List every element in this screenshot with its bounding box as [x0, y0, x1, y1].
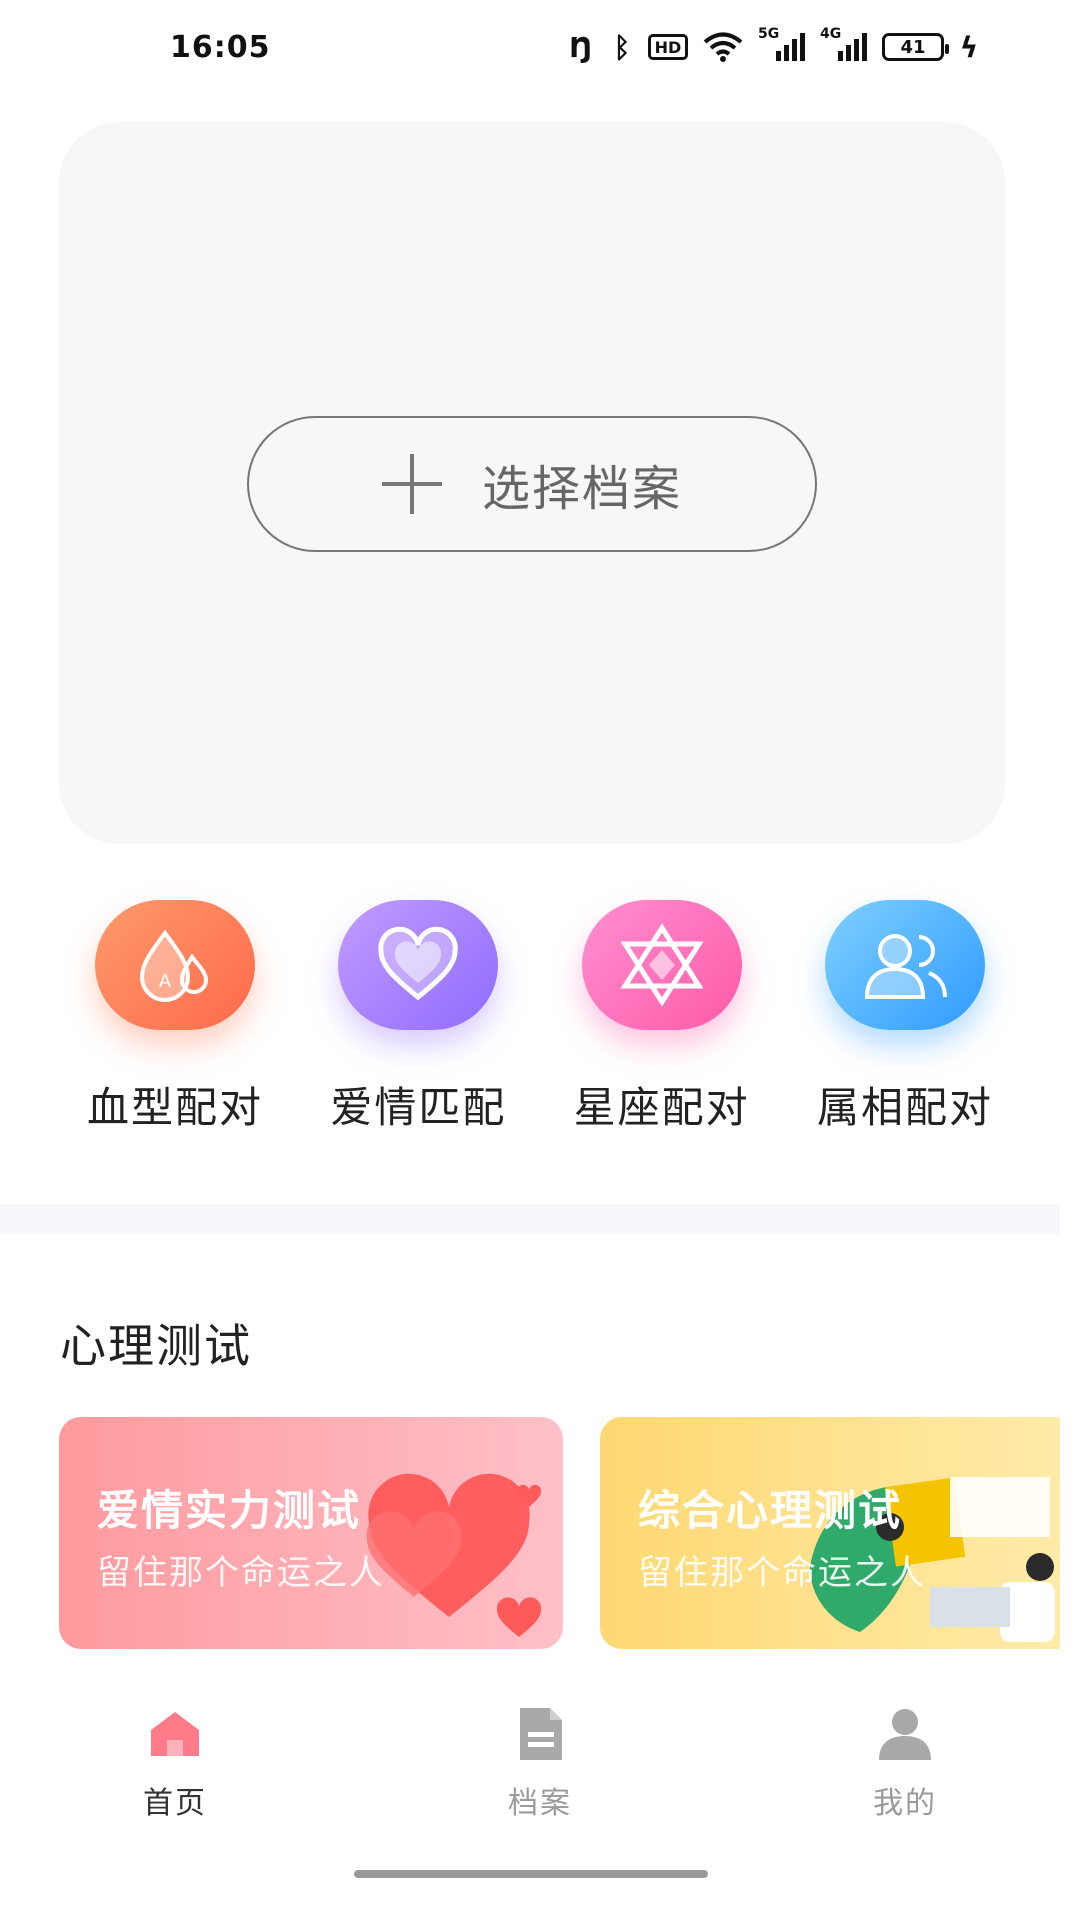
- status-icons: Ŋ ᛒ HD 5G 4G 41 ϟ: [566, 26, 980, 64]
- feature-blood-type-match[interactable]: A 血型配对: [60, 900, 290, 1140]
- signal-4g-label: 4G: [820, 26, 842, 42]
- users-icon: [864, 934, 947, 999]
- status-time: 16:05: [170, 30, 271, 65]
- archive-card: 选择档案: [59, 122, 1005, 844]
- nfc-icon: Ŋ: [569, 30, 593, 64]
- signal-4g-icon: 4G: [820, 26, 868, 64]
- feature-shortcuts: A 血型配对 爱情匹配 星座配对 属相配对: [60, 900, 1020, 1140]
- heart-icon: [378, 926, 459, 1001]
- test-card-title: 爱情实力测试: [97, 1486, 362, 1535]
- signal-5g-icon: 5G: [758, 26, 806, 64]
- feature-label: 爱情匹配: [330, 1083, 507, 1132]
- svg-text:A: A: [159, 971, 172, 992]
- home-indicator[interactable]: [354, 1870, 708, 1878]
- feature-label: 血型配对: [86, 1083, 263, 1132]
- status-bar: 16:05 Ŋ ᛒ HD 5G 4G 41 ϟ: [0, 0, 1080, 100]
- feature-circle: [824, 900, 985, 1030]
- feature-zodiac-match[interactable]: 星座配对: [547, 900, 777, 1140]
- feature-love-match[interactable]: 爱情匹配: [303, 900, 533, 1140]
- nav-profile[interactable]: 我的: [825, 1690, 985, 1850]
- test-card-title: 综合心理测试: [638, 1486, 903, 1535]
- blood-drop-icon: A: [139, 929, 209, 1002]
- feature-circle: [338, 900, 499, 1030]
- signal-5g-label: 5G: [758, 26, 780, 42]
- wifi-icon: [702, 30, 744, 64]
- nav-archive[interactable]: 档案: [460, 1690, 620, 1850]
- test-card-love[interactable]: 爱情实力测试 留住那个命运之人: [59, 1417, 563, 1649]
- document-icon: [520, 1708, 562, 1760]
- section-title: 心理测试: [60, 1319, 252, 1373]
- hd-icon: HD: [648, 34, 688, 60]
- profile-icon: [879, 1709, 931, 1760]
- nav-label: 档案: [508, 1786, 572, 1821]
- feature-chinese-zodiac-match[interactable]: 属相配对: [790, 900, 1020, 1140]
- feature-label: 星座配对: [573, 1083, 750, 1132]
- feature-circle: [581, 900, 742, 1030]
- charging-icon: ϟ: [959, 30, 979, 64]
- test-card-subtitle: 留住那个命运之人: [97, 1553, 385, 1593]
- section-divider: [0, 1204, 1060, 1234]
- nav-label: 我的: [873, 1786, 937, 1821]
- bottom-nav: 首页 档案 我的: [0, 1690, 1080, 1850]
- feature-circle: A: [95, 900, 255, 1030]
- test-card-subtitle: 留住那个命运之人: [638, 1553, 926, 1593]
- select-archive-button[interactable]: 选择档案: [247, 416, 817, 552]
- bluetooth-icon: ᛒ: [613, 30, 631, 64]
- home-icon: [151, 1712, 199, 1756]
- nav-label: 首页: [143, 1786, 207, 1821]
- plus-icon: [381, 454, 442, 514]
- feature-label: 属相配对: [816, 1083, 993, 1132]
- battery-icon: 41: [882, 33, 949, 61]
- star-of-david-icon: [620, 923, 704, 1007]
- test-card-mind[interactable]: 综合心理测试 留住那个命运之人: [600, 1417, 1060, 1649]
- nav-home[interactable]: 首页: [95, 1690, 255, 1850]
- select-archive-label: 选择档案: [481, 463, 682, 516]
